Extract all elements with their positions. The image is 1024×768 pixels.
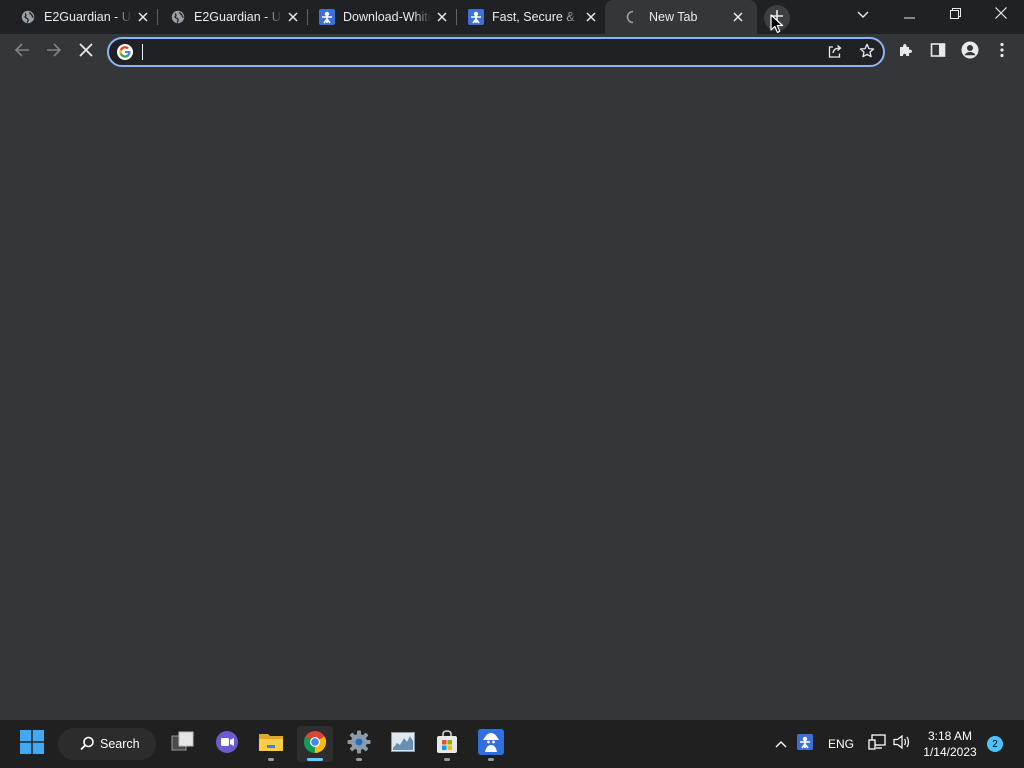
tab-fast-secure[interactable]: Fast, Secure & Private [448, 0, 606, 34]
globe-icon [170, 9, 186, 25]
tab-title: New Tab [649, 10, 698, 24]
tab-search-button[interactable] [840, 0, 886, 30]
address-bar[interactable] [107, 37, 885, 67]
close-icon[interactable] [136, 10, 150, 24]
task-view-icon [171, 731, 195, 758]
privacy-shield-icon [797, 733, 813, 755]
page-content [0, 70, 1024, 720]
tab-download-whitelist[interactable]: Download-Whitelist [299, 0, 457, 34]
active-indicator [307, 758, 323, 761]
speaker-icon [893, 734, 911, 755]
search-label: Search [100, 737, 140, 751]
close-icon [995, 6, 1007, 24]
avatar-icon [961, 41, 979, 64]
omnibox-input[interactable] [141, 42, 821, 62]
search-icon [80, 736, 95, 754]
tab-title: Fast, Secure & Private [492, 10, 580, 24]
share-button[interactable] [825, 43, 845, 63]
close-icon[interactable] [286, 10, 300, 24]
taskbar-search[interactable]: Search [58, 728, 156, 760]
close-icon [79, 42, 93, 62]
close-window-button[interactable] [978, 0, 1024, 30]
taskbar: Search ENG 3:18 AM 1/14/2023 [0, 720, 1024, 768]
tab-strip: E2Guardian - Unblocked E2Guardian - Unbl… [0, 0, 1024, 34]
chat-icon [215, 730, 239, 759]
close-icon[interactable] [584, 10, 598, 24]
running-indicator [268, 758, 274, 761]
clock-date: 1/14/2023 [923, 745, 977, 759]
tab-title: E2Guardian - Unblocked [44, 10, 132, 24]
loading-spinner-icon [625, 9, 641, 25]
side-panel-button[interactable] [924, 38, 952, 66]
privacy-shield-icon [468, 9, 484, 25]
taskbar-file-explorer[interactable] [253, 726, 289, 762]
tab-title: E2Guardian - Unblocked [194, 10, 282, 24]
minimize-icon [903, 6, 915, 24]
side-panel-icon [930, 42, 946, 63]
windows-icon [20, 729, 44, 759]
running-indicator [356, 758, 362, 761]
clock[interactable]: 3:18 AM 1/14/2023 [912, 728, 988, 760]
taskbar-settings[interactable] [341, 726, 377, 762]
forward-button[interactable] [40, 38, 68, 66]
privacy-shield-icon [319, 9, 335, 25]
mouse-cursor-icon [770, 14, 784, 34]
taskbar-privacy-app[interactable] [473, 726, 509, 762]
text-caret [142, 44, 143, 60]
menu-button[interactable] [988, 38, 1016, 66]
chevron-down-icon [857, 6, 869, 24]
monitor-graph-icon [391, 731, 415, 757]
restore-icon [949, 6, 961, 24]
star-icon [859, 43, 875, 64]
store-icon [435, 729, 459, 759]
running-indicator [488, 758, 494, 761]
minimize-button[interactable] [886, 0, 932, 30]
chrome-icon [303, 730, 327, 759]
taskbar-chat[interactable] [209, 726, 245, 762]
chevron-up-icon [775, 735, 787, 753]
puzzle-icon [898, 42, 914, 63]
task-view-button[interactable] [165, 726, 201, 762]
clock-time: 3:18 AM [927, 729, 973, 743]
close-icon[interactable] [435, 10, 449, 24]
extensions-button[interactable] [892, 38, 920, 66]
gear-icon [347, 730, 371, 759]
folder-icon [258, 731, 284, 758]
arrow-left-icon [14, 42, 30, 63]
google-icon [117, 44, 133, 60]
input-language[interactable]: ENG [828, 737, 854, 751]
taskbar-store[interactable] [429, 726, 465, 762]
stop-loading-button[interactable] [72, 38, 100, 66]
profile-button[interactable] [956, 38, 984, 66]
tab-e2guardian-2[interactable]: E2Guardian - Unblocked [150, 0, 308, 34]
taskbar-resource-monitor[interactable] [385, 726, 421, 762]
close-icon[interactable] [731, 10, 745, 24]
network-icon [868, 733, 886, 755]
tab-e2guardian-1[interactable]: E2Guardian - Unblocked [0, 0, 158, 34]
bookmark-button[interactable] [857, 43, 877, 63]
notification-badge[interactable]: 2 [987, 736, 1003, 752]
back-button[interactable] [8, 38, 36, 66]
arrow-right-icon [46, 42, 62, 63]
running-indicator [444, 758, 450, 761]
restore-button[interactable] [932, 0, 978, 30]
tab-new-tab[interactable]: New Tab [605, 0, 757, 34]
tab-title: Download-Whitelist [343, 10, 431, 24]
globe-icon [20, 9, 36, 25]
more-vertical-icon [1000, 42, 1004, 63]
tray-privacy-app[interactable] [790, 726, 820, 762]
share-icon [827, 43, 843, 64]
browser-toolbar [0, 34, 1024, 70]
taskbar-chrome[interactable] [297, 726, 333, 762]
start-button[interactable] [14, 726, 50, 762]
privacy-agent-icon [478, 728, 504, 760]
